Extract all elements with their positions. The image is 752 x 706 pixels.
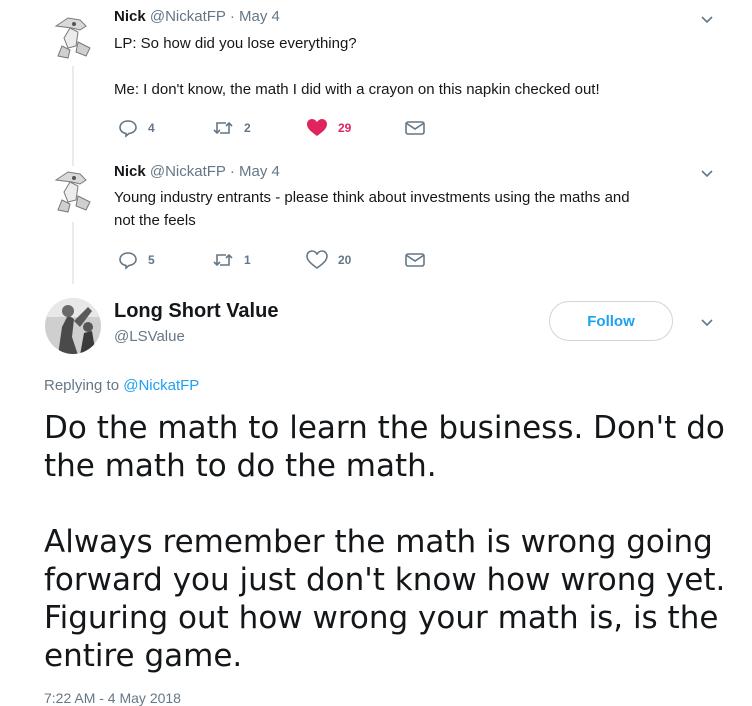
like-button[interactable]: 20 xyxy=(306,250,351,270)
chevron-down-icon[interactable] xyxy=(699,166,715,182)
follow-button[interactable]: Follow xyxy=(549,301,673,341)
chevron-down-icon[interactable] xyxy=(699,315,715,331)
heart-icon xyxy=(306,250,328,269)
thread-line xyxy=(72,222,74,284)
reply-count: 4 xyxy=(148,121,155,135)
replying-to-link[interactable]: @NickatFP xyxy=(123,377,199,394)
author-name[interactable]: Nick xyxy=(114,163,146,180)
reply-count: 5 xyxy=(148,253,155,267)
separator: · xyxy=(229,8,235,25)
reply-button[interactable]: 4 xyxy=(118,118,155,138)
retweet-icon xyxy=(213,253,233,267)
chevron-down-icon[interactable] xyxy=(699,12,715,28)
author-handle[interactable]: @NickatFP xyxy=(150,8,226,25)
nick-avatar[interactable] xyxy=(50,12,98,60)
tweet-2-header: Nick @NickatFP · May 4 xyxy=(114,163,280,180)
retweet-button[interactable]: 1 xyxy=(212,250,251,270)
nick-avatar[interactable] xyxy=(50,166,98,214)
like-count: 29 xyxy=(338,121,352,135)
reply-icon xyxy=(119,252,137,270)
tweet-1-header: Nick @NickatFP · May 4 xyxy=(114,8,280,25)
lsvalue-avatar[interactable] xyxy=(44,297,102,355)
message-icon xyxy=(405,121,425,135)
tweet-text: LP: So how did you lose everything? Me: … xyxy=(114,35,600,98)
tweet-date[interactable]: May 4 xyxy=(239,8,280,25)
like-count: 20 xyxy=(338,253,352,267)
message-button[interactable] xyxy=(404,118,426,138)
main-author-name[interactable]: Long Short Value xyxy=(114,300,278,323)
tweet-text: Young industry entrants - please think a… xyxy=(114,189,630,229)
tweet-date[interactable]: May 4 xyxy=(239,163,280,180)
main-tweet-text: Do the math to learn the business. Don't… xyxy=(44,410,726,674)
heart-icon xyxy=(307,119,327,136)
retweet-icon xyxy=(213,121,233,135)
author-name[interactable]: Nick xyxy=(114,8,146,25)
main-author-handle[interactable]: @LSValue xyxy=(114,328,185,345)
retweet-count: 1 xyxy=(244,253,251,267)
message-icon xyxy=(405,253,425,267)
retweet-count: 2 xyxy=(244,121,251,135)
replying-to: Replying to @NickatFP xyxy=(44,377,199,394)
like-button[interactable]: 29 xyxy=(306,118,351,138)
replying-prefix: Replying to xyxy=(44,377,120,394)
thread-line xyxy=(72,66,74,166)
reply-button[interactable]: 5 xyxy=(118,250,155,270)
retweet-button[interactable]: 2 xyxy=(212,118,251,138)
author-handle[interactable]: @NickatFP xyxy=(150,163,226,180)
reply-icon xyxy=(119,120,137,138)
separator: · xyxy=(229,163,235,180)
message-button[interactable] xyxy=(404,250,426,270)
